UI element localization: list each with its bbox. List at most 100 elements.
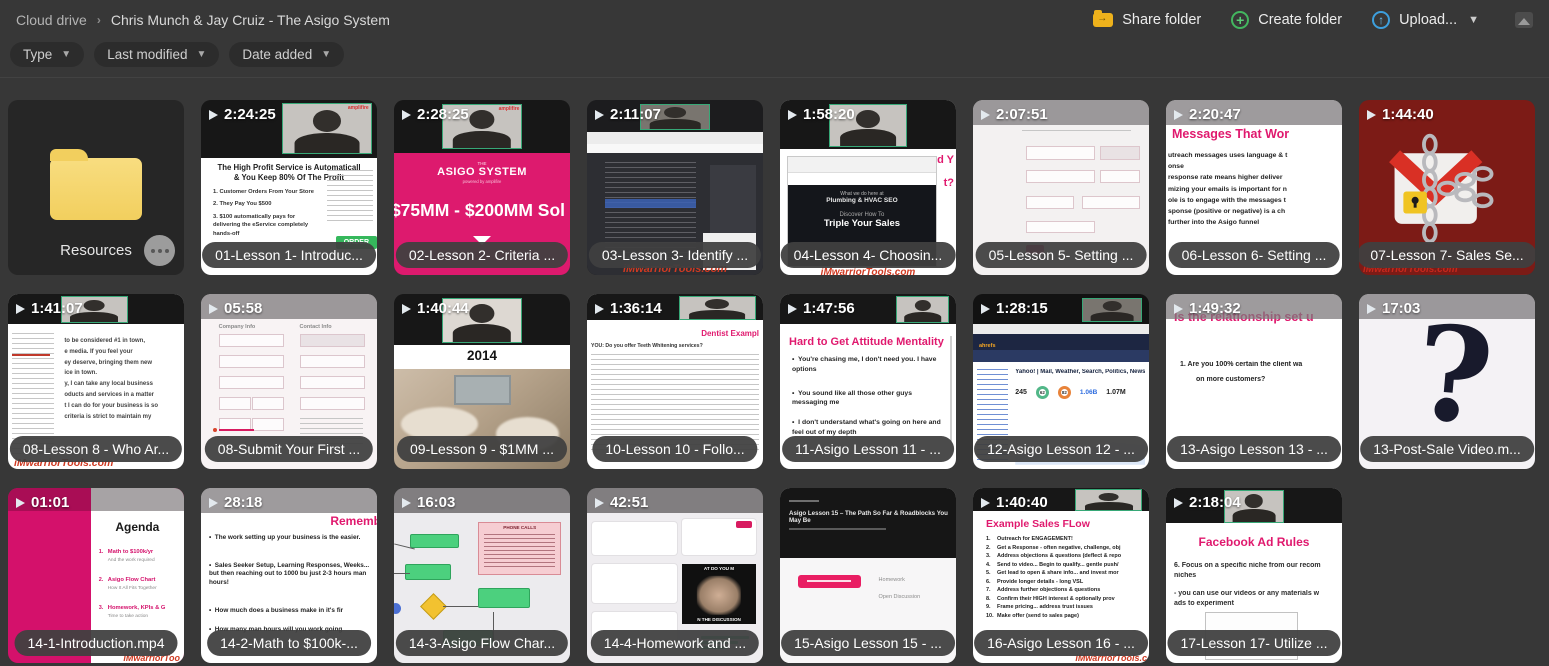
upload-button[interactable]: ↑ Upload... ▼	[1372, 11, 1479, 29]
video-tile-03[interactable]: iMwarriorTools.com 2:11:07 03-Lesson 3- …	[587, 100, 763, 275]
video-tile-17[interactable]: Facebook Ad Rules 6. Focus on a specific…	[1166, 488, 1342, 663]
share-folder-label: Share folder	[1122, 12, 1201, 28]
play-icon	[209, 110, 218, 120]
duration-badge: 2:20:47	[1174, 106, 1241, 123]
filter-type[interactable]: Type ▼	[10, 42, 84, 67]
play-icon	[1174, 110, 1183, 120]
video-tile-14-2[interactable]: Rememb • The work setting up your busine…	[201, 488, 377, 663]
video-filename: 07-Lesson 7- Sales Se...	[1359, 242, 1535, 268]
discussion-link: Open Discussion	[879, 594, 921, 600]
slide-text-line: onse	[1168, 161, 1342, 172]
video-tile-14-3[interactable]: PHONE CALLS 16:03 14-3-Asigo Flow Char..…	[394, 488, 570, 663]
form-field	[1026, 146, 1095, 160]
form-field	[1026, 196, 1074, 209]
browser-toolbar	[587, 132, 763, 144]
slide-heading: Example Sales FLow	[986, 518, 1090, 530]
slide-bullet: • The work setting up your business is t…	[209, 534, 373, 543]
form-field	[300, 376, 365, 389]
play-icon	[16, 498, 25, 508]
duration-badge: 2:18:04	[1174, 494, 1241, 511]
video-tile-04[interactable]: d Y t? What we do here at Plumbing & HVA…	[780, 100, 956, 275]
ahrefs-header: ahrefs	[973, 334, 1149, 350]
post-card	[592, 564, 676, 603]
duration-badge: 01:01	[16, 494, 69, 511]
upload-arrow-icon: ↑	[1372, 11, 1390, 29]
form-field	[1100, 170, 1141, 183]
video-tile-13-lesson[interactable]: Is the relationship set u 1. Are you 100…	[1166, 294, 1342, 469]
video-tile-11[interactable]: Hard to Get Attitude Mentality • You're …	[780, 294, 956, 469]
agenda-title: Homework, KPIs & G	[108, 605, 166, 611]
thumbnail-view-icon[interactable]	[1515, 12, 1533, 28]
watermark: iMwarriorTools.com	[821, 267, 916, 275]
document-line: e media. If you feel your	[64, 347, 180, 358]
filter-last-modified-label: Last modified	[107, 47, 187, 62]
webcam-brand: amplifire	[348, 105, 369, 111]
video-tile-10[interactable]: Dentist Exampl YOU: Do you offer Teeth W…	[587, 294, 763, 469]
video-filename: 08-Lesson 8 - Who Ar...	[10, 436, 182, 462]
slide-bullet: • You're chasing me, I don't need you. I…	[792, 355, 948, 374]
video-tile-06[interactable]: Messages That Wor utreach messages uses …	[1166, 100, 1342, 275]
duration-badge: 1:28:15	[981, 300, 1048, 317]
flowchart-box	[478, 588, 529, 608]
upload-label: Upload...	[1399, 12, 1457, 28]
webcam-thumbnail	[1075, 489, 1142, 510]
form-field	[300, 355, 365, 368]
flowchart-start-node	[394, 603, 401, 614]
breadcrumb-separator-icon: ›	[97, 13, 101, 27]
agenda-title: Math to $100k/yr	[108, 549, 153, 555]
share-folder-button[interactable]: Share folder	[1093, 12, 1201, 28]
video-tile-16[interactable]: Example Sales FLow 1.Outreach for ENGAGE…	[973, 488, 1149, 663]
video-tile-14-1[interactable]: Agenda 1. Math to $100k/yrAnd the work r…	[8, 488, 184, 663]
form-field	[219, 334, 284, 347]
filter-last-modified[interactable]: Last modified ▼	[94, 42, 219, 67]
play-icon	[788, 110, 797, 120]
filter-date-added[interactable]: Date added▼	[229, 42, 344, 67]
video-filename: 09-Lesson 9 - $1MM ...	[397, 436, 567, 462]
video-tile-01[interactable]: amplifire The High Profit Service is Aut…	[201, 100, 377, 275]
document-line: ey deserve, bringing them new	[64, 358, 180, 369]
chevron-down-icon: ▼	[61, 49, 71, 60]
slide-year-heading: 2014	[394, 345, 570, 370]
video-tile-13-postsale[interactable]: ? 17:03 13-Post-Sale Video.m...	[1359, 294, 1535, 469]
document-line: to be considered #1 in town,	[64, 336, 180, 347]
site-title: Plumbing & HVAC SEO	[788, 197, 936, 204]
slide-text-line: ads to experiment	[1174, 600, 1340, 607]
flow-step: Get lead to open & share info... and inv…	[997, 570, 1119, 576]
bullet-text: How much does a business make in it's fi…	[215, 607, 343, 614]
folder-tile-resources[interactable]: Resources	[8, 100, 184, 275]
video-tile-08-lesson[interactable]: to be considered #1 in town, e media. If…	[8, 294, 184, 469]
video-tile-12[interactable]: ahrefs Yahoo! | Mail, Weather, Search, P…	[973, 294, 1149, 469]
video-tile-09[interactable]: 2014 1:40:44 09-Lesson 9 - $1MM ...	[394, 294, 570, 469]
powered-by: powered by amplifire	[394, 179, 570, 184]
webcam-thumbnail: amplifire	[282, 103, 372, 154]
video-tile-07[interactable]: iMwarriorTools.com 1:44:40 07-Lesson 7- …	[1359, 100, 1535, 275]
duration-badge: 16:03	[402, 494, 455, 511]
play-icon	[595, 498, 604, 508]
gauge-value: 82	[1062, 390, 1067, 395]
breadcrumb-root[interactable]: Cloud drive	[16, 12, 87, 28]
video-tile-05[interactable]: 2:07:51 05-Lesson 5- Setting ...	[973, 100, 1149, 275]
filter-type-label: Type	[23, 47, 52, 62]
slide-heading: $75MM - $200MM Sol	[394, 200, 570, 221]
folder-more-button[interactable]	[144, 235, 175, 266]
duration-badge: 1:49:32	[1174, 300, 1241, 317]
video-tile-15[interactable]: Asigo Lesson 15 – The Path So Far & Road…	[780, 488, 956, 663]
flow-step: Provide longer details - long VSL	[997, 579, 1083, 585]
connector-line	[394, 573, 410, 574]
webcam-brand: amplifire	[499, 106, 520, 112]
script-line: YOU: Do you offer Teeth Whitening servic…	[591, 343, 761, 349]
video-tile-02[interactable]: amplifire THE ASIGO SYSTEM powered by am…	[394, 100, 570, 275]
slide-text-line: on more customers?	[1196, 376, 1342, 383]
play-icon	[1367, 304, 1376, 314]
video-tile-08-submit[interactable]: Company Info Contact Info 05:58 08-Subm	[201, 294, 377, 469]
chevron-down-icon: ▼	[196, 49, 206, 60]
play-icon	[1367, 110, 1376, 120]
create-folder-button[interactable]: + Create folder	[1231, 11, 1342, 29]
video-tile-14-4[interactable]: AT DO YOU M N THE DISCUSSION 42:51 14-4-…	[587, 488, 763, 663]
chevron-down-icon[interactable]: ▼	[1468, 14, 1479, 26]
form-field	[1026, 170, 1095, 183]
meme-text-top: AT DO YOU M	[682, 566, 756, 571]
form-field	[300, 334, 365, 347]
video-filename: 08-Submit Your First ...	[205, 436, 373, 462]
duration-badge: 1:36:14	[595, 300, 662, 317]
